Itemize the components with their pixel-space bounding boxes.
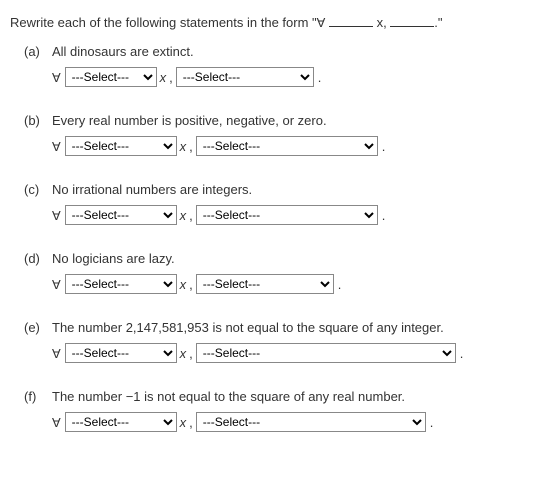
problem-a-label: (a)	[24, 44, 52, 59]
comma: ,	[189, 346, 193, 361]
problem-d-statement: No logicians are lazy.	[52, 251, 530, 266]
problem-b-select-1[interactable]: ---Select---	[65, 136, 177, 156]
x-variable: x	[180, 208, 187, 223]
period: .	[430, 415, 434, 430]
problem-d: (d) No logicians are lazy. A ---Select--…	[10, 251, 530, 294]
instruction-end: ."	[434, 15, 442, 30]
comma: ,	[189, 415, 193, 430]
forall-symbol: A	[52, 277, 61, 292]
forall-symbol: A	[52, 346, 61, 361]
blank-2	[390, 14, 434, 27]
instruction-pre: Rewrite each of the following statements…	[10, 15, 317, 30]
comma: ,	[189, 139, 193, 154]
problem-c-label: (c)	[24, 182, 52, 197]
comma: ,	[169, 70, 173, 85]
instruction-text: Rewrite each of the following statements…	[10, 14, 530, 30]
problem-d-label: (d)	[24, 251, 52, 266]
problem-e-statement: The number 2,147,581,953 is not equal to…	[52, 320, 530, 335]
forall-symbol: A	[52, 139, 61, 154]
x-variable: x	[160, 70, 167, 85]
x-variable: x	[180, 415, 187, 430]
problem-e-select-1[interactable]: ---Select---	[65, 343, 177, 363]
problem-f-select-1[interactable]: ---Select---	[65, 412, 177, 432]
problem-b: (b) Every real number is positive, negat…	[10, 113, 530, 156]
forall-symbol: A	[317, 15, 326, 30]
problem-e: (e) The number 2,147,581,953 is not equa…	[10, 320, 530, 363]
blank-1	[329, 14, 373, 27]
x-variable: x	[180, 139, 187, 154]
x-variable: x	[180, 277, 187, 292]
problem-b-label: (b)	[24, 113, 52, 128]
problem-d-select-1[interactable]: ---Select---	[65, 274, 177, 294]
problem-f-select-2[interactable]: ---Select---	[196, 412, 426, 432]
forall-symbol: A	[52, 415, 61, 430]
period: .	[338, 277, 342, 292]
period: .	[382, 139, 386, 154]
problem-a-select-2[interactable]: ---Select---	[176, 67, 314, 87]
problem-a-statement: All dinosaurs are extinct.	[52, 44, 530, 59]
problem-a: (a) All dinosaurs are extinct. A ---Sele…	[10, 44, 530, 87]
problem-c: (c) No irrational numbers are integers. …	[10, 182, 530, 225]
problem-f: (f) The number −1 is not equal to the sq…	[10, 389, 530, 432]
problem-f-label: (f)	[24, 389, 52, 404]
problem-f-statement: The number −1 is not equal to the square…	[52, 389, 530, 404]
problem-b-statement: Every real number is positive, negative,…	[52, 113, 530, 128]
forall-symbol: A	[52, 70, 61, 85]
instruction-mid: x,	[373, 15, 390, 30]
period: .	[382, 208, 386, 223]
problem-e-select-2[interactable]: ---Select---	[196, 343, 456, 363]
x-variable: x	[180, 346, 187, 361]
problem-a-select-1[interactable]: ---Select---	[65, 67, 157, 87]
comma: ,	[189, 208, 193, 223]
period: .	[318, 70, 322, 85]
forall-symbol: A	[52, 208, 61, 223]
problem-c-select-2[interactable]: ---Select---	[196, 205, 378, 225]
problem-d-select-2[interactable]: ---Select---	[196, 274, 334, 294]
problem-e-label: (e)	[24, 320, 52, 335]
period: .	[460, 346, 464, 361]
problem-c-select-1[interactable]: ---Select---	[65, 205, 177, 225]
comma: ,	[189, 277, 193, 292]
problem-c-statement: No irrational numbers are integers.	[52, 182, 530, 197]
problem-b-select-2[interactable]: ---Select---	[196, 136, 378, 156]
